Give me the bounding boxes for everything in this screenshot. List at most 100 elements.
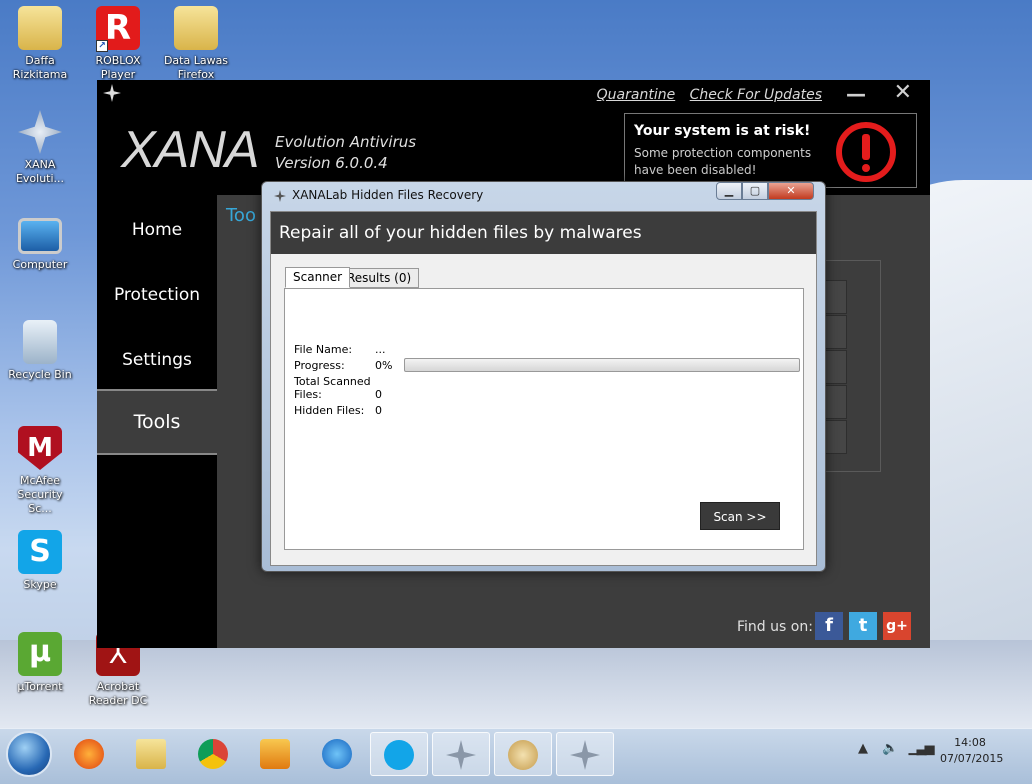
network-signal-icon[interactable]: ▁▃▅ <box>908 741 934 756</box>
hidden-files-label: Hidden Files: <box>294 404 365 417</box>
shortcut-arrow-icon: ↗ <box>96 40 108 52</box>
xana-sidebar: Home Protection Settings Tools <box>97 195 217 648</box>
taskbar-paint[interactable] <box>494 732 552 776</box>
xana-header-links: Quarantine Check For Updates <box>587 87 822 103</box>
xana-app-icon <box>274 190 286 202</box>
media-player-icon <box>260 739 290 769</box>
desktop-icon-label: Data Lawas Firefox <box>163 54 229 81</box>
xana-product-info: Evolution Antivirus Version 6.0.0.4 <box>275 132 416 174</box>
xana-star-icon <box>446 740 476 770</box>
desktop-icon-label: XANA Evoluti... <box>15 158 65 185</box>
desktop-icon-skype[interactable]: S Skype <box>4 530 76 592</box>
desktop-icon-xana[interactable]: XANA Evoluti... <box>4 110 76 186</box>
tools-section-title: Too <box>226 205 256 226</box>
desktop-icon-label: Acrobat Reader DC <box>88 680 148 707</box>
hidden-files-recovery-dialog: XANALab Hidden Files Recovery ▁ ▢ ✕ Repa… <box>261 181 826 572</box>
paint-icon <box>508 740 538 770</box>
skype-icon <box>384 740 414 770</box>
scanner-panel: File Name: ... Progress: 0% Total Scanne… <box>284 288 804 550</box>
show-hidden-icons-icon[interactable]: ▲ <box>858 741 868 756</box>
close-icon[interactable]: ✕ <box>894 80 912 105</box>
taskbar-explorer[interactable] <box>122 732 180 776</box>
system-tray: ▲ 🔈 ▁▃▅ <box>858 741 934 756</box>
hidden-files-value: 0 <box>375 404 382 417</box>
taskbar-media-player[interactable] <box>246 732 304 776</box>
minimize-button[interactable]: ▁ <box>716 182 742 200</box>
file-name-value: ... <box>375 343 386 356</box>
nav-settings[interactable]: Settings <box>97 345 217 375</box>
clock-date: 07/07/2015 <box>940 752 1004 765</box>
risk-text: Some protection components have been dis… <box>634 146 812 177</box>
maximize-button[interactable]: ▢ <box>742 182 768 200</box>
desktop-icon-label: Skype <box>23 578 57 591</box>
taskbar-ie[interactable] <box>308 732 366 776</box>
total-scanned-label: Total Scanned <box>294 375 371 388</box>
nav-home[interactable]: Home <box>97 215 217 245</box>
desktop-icon-label: ROBLOX Player <box>95 54 141 81</box>
taskbar-xana-1[interactable] <box>432 732 490 776</box>
desktop-icon-label: McAfee Security Sc... <box>17 474 63 515</box>
dialog-title: XANALab Hidden Files Recovery <box>292 188 484 202</box>
taskbar-clock[interactable]: 14:08 07/07/2015 <box>940 735 1004 767</box>
firefox-icon <box>74 739 104 769</box>
nav-tools[interactable]: Tools <box>97 389 217 455</box>
progress-value: 0% <box>375 359 393 372</box>
mcafee-shield-icon: M <box>18 426 62 470</box>
nav-protection[interactable]: Protection <box>97 280 217 310</box>
warning-exclamation-icon <box>836 122 896 182</box>
desktop-icon-data-lawas[interactable]: Data Lawas Firefox <box>160 6 232 82</box>
tab-results[interactable]: Results (0) <box>339 268 420 288</box>
desktop-icon-label: Recycle Bin <box>8 368 72 381</box>
close-button[interactable]: ✕ <box>768 182 814 200</box>
taskbar-skype[interactable] <box>370 732 428 776</box>
progress-label: Progress: <box>294 359 345 372</box>
computer-icon <box>18 218 62 254</box>
desktop-icon-label: Computer <box>12 258 68 271</box>
minimize-icon[interactable]: — <box>846 82 866 106</box>
quarantine-link[interactable]: Quarantine <box>597 87 676 103</box>
desktop-icon-recycle-bin[interactable]: Recycle Bin <box>4 320 76 382</box>
xana-logo: XANA <box>121 121 260 179</box>
recycle-bin-icon <box>23 320 57 364</box>
skype-icon: S <box>18 530 62 574</box>
total-scanned-value: 0 <box>375 388 382 401</box>
product-name: Evolution Antivirus <box>275 133 417 151</box>
file-name-label: File Name: <box>294 343 353 356</box>
taskbar-chrome[interactable] <box>184 732 242 776</box>
scan-button[interactable]: Scan >> <box>700 502 780 530</box>
google-plus-icon[interactable]: g+ <box>883 612 911 640</box>
risk-alert-panel[interactable]: Your system is at risk! Some protection … <box>624 113 917 188</box>
folder-icon <box>136 739 166 769</box>
desktop-icon-label: µTorrent <box>17 680 63 693</box>
taskbar: ▲ 🔈 ▁▃▅ 14:08 07/07/2015 <box>0 728 1032 784</box>
start-button[interactable] <box>6 731 52 777</box>
tab-scanner[interactable]: Scanner <box>285 267 351 288</box>
check-updates-link[interactable]: Check For Updates <box>690 87 822 103</box>
desktop-icon-mcafee[interactable]: M McAfee Security Sc... <box>4 426 76 516</box>
desktop-icon-daffa[interactable]: Daffa Rizkitama <box>4 6 76 82</box>
twitter-icon[interactable]: t <box>849 612 877 640</box>
taskbar-firefox[interactable] <box>60 732 118 776</box>
product-version: Version 6.0.0.4 <box>275 154 388 172</box>
xana-star-icon <box>18 110 62 154</box>
facebook-icon[interactable]: f <box>815 612 843 640</box>
desktop-icon-label: Daffa Rizkitama <box>12 54 68 81</box>
find-us-label: Find us on: <box>737 619 813 635</box>
desktop-icon-computer[interactable]: Computer <box>4 218 76 272</box>
dialog-header: Repair all of your hidden files by malwa… <box>271 212 816 254</box>
folder-icon <box>18 6 62 50</box>
risk-title: Your system is at risk! <box>634 123 811 139</box>
xana-star-icon <box>570 740 600 770</box>
chrome-icon <box>198 739 228 769</box>
volume-icon[interactable]: 🔈 <box>882 741 898 756</box>
roblox-icon: R ↗ <box>96 6 140 52</box>
desktop-icon-roblox[interactable]: R ↗ ROBLOX Player <box>82 6 154 82</box>
dialog-body: Repair all of your hidden files by malwa… <box>270 211 817 566</box>
xana-header: XANA Evolution Antivirus Version 6.0.0.4… <box>97 80 930 195</box>
utorrent-icon: µ <box>18 632 62 676</box>
internet-explorer-icon <box>322 739 352 769</box>
folder-icon <box>174 6 218 50</box>
desktop-icon-utorrent[interactable]: µ µTorrent <box>4 632 76 694</box>
taskbar-xana-2[interactable] <box>556 732 614 776</box>
progress-bar <box>404 358 800 372</box>
